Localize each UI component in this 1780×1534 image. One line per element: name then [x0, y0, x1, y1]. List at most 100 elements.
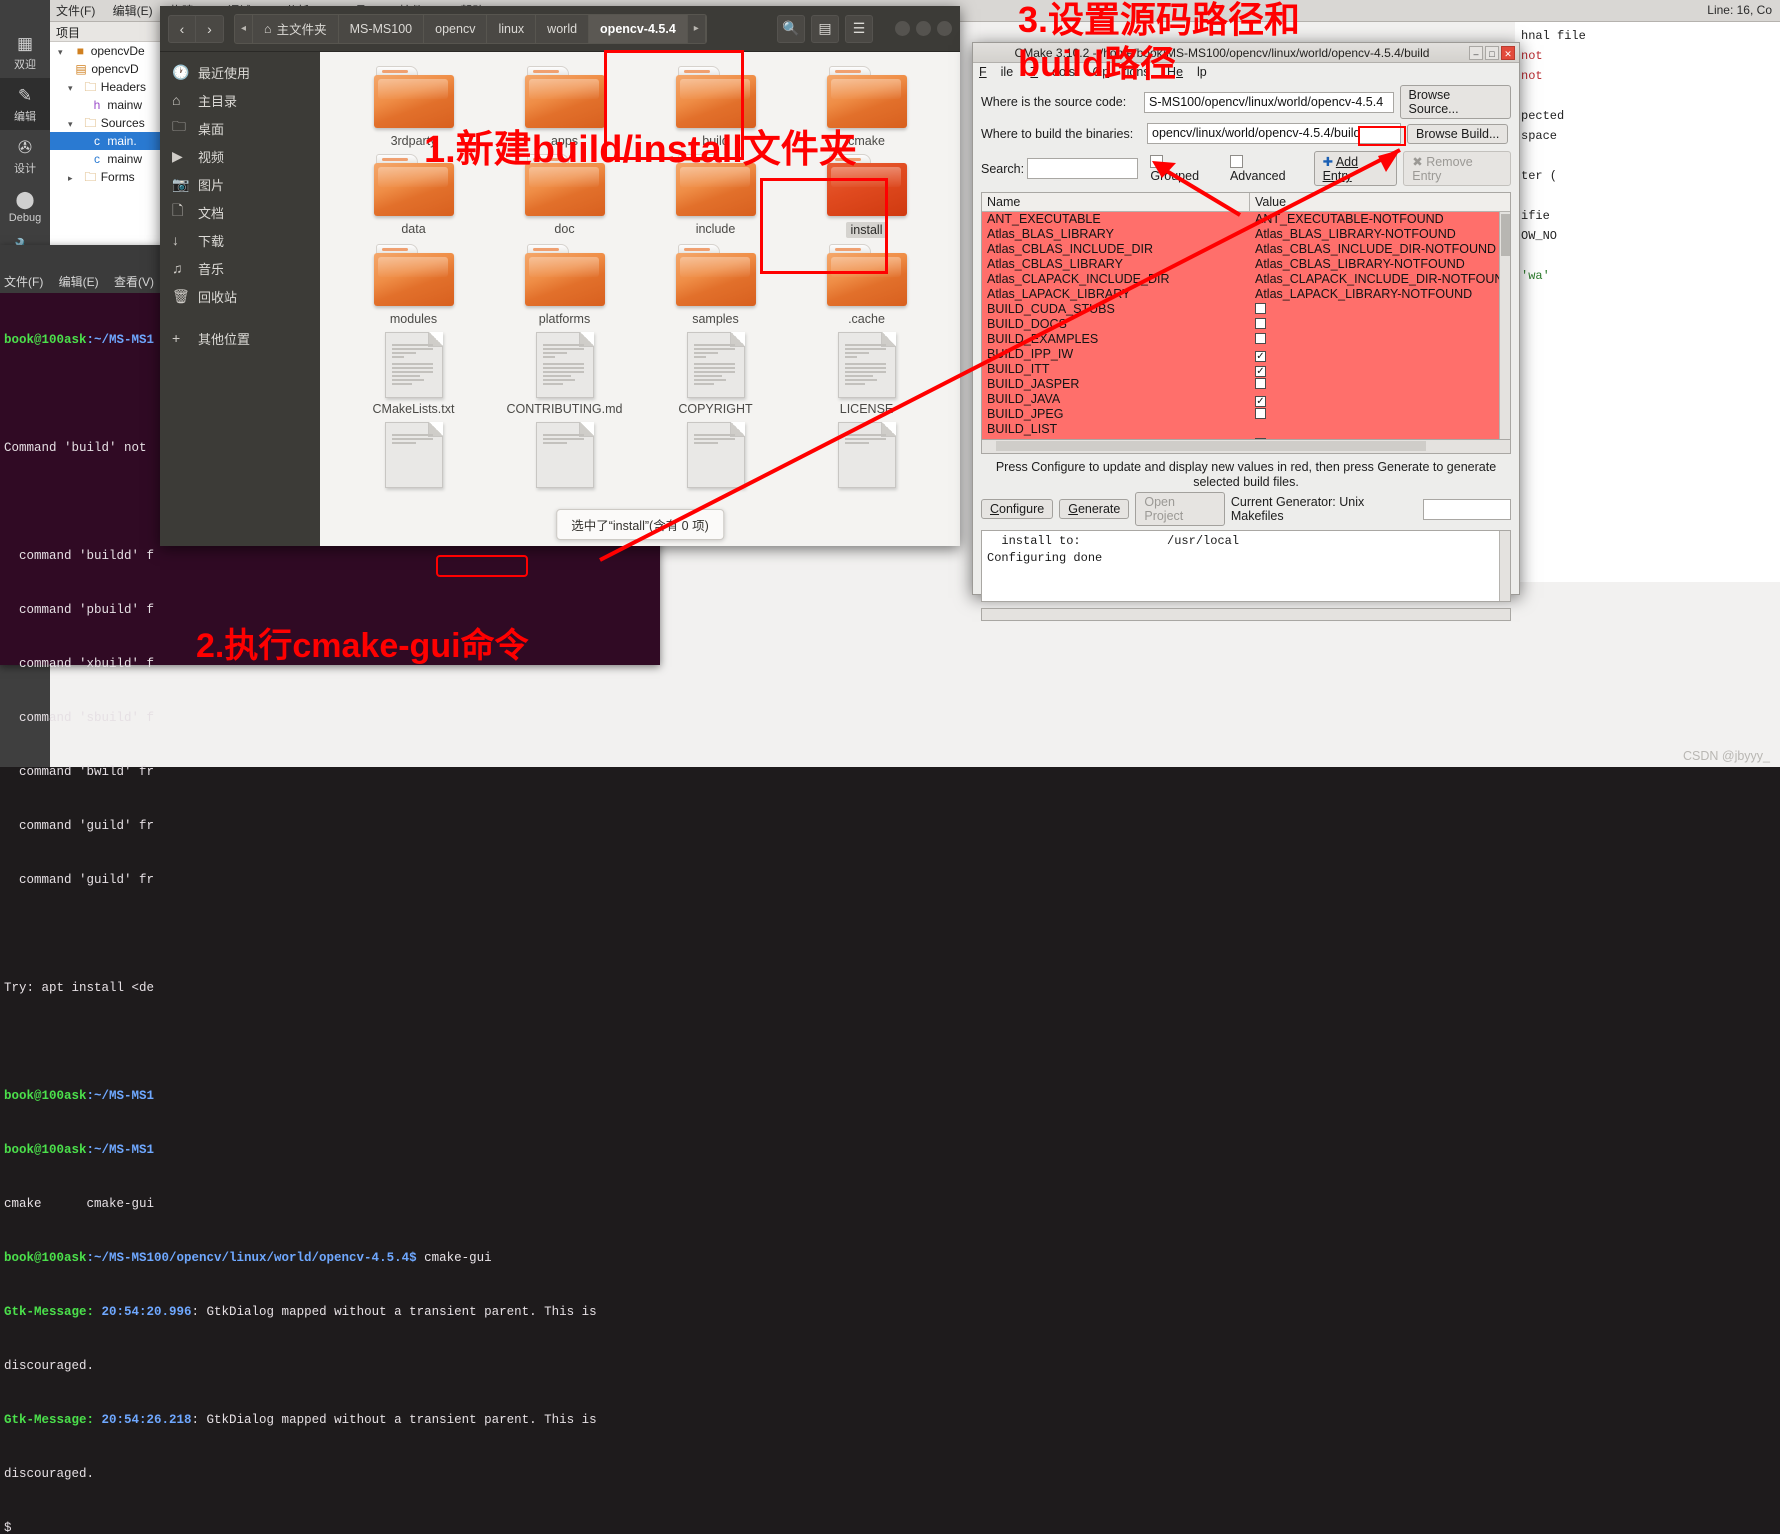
cache-value[interactable]: Atlas_CLAPACK_INCLUDE_DIR-NOTFOUND: [1250, 272, 1510, 287]
cache-value[interactable]: ANT_EXECUTABLE-NOTFOUND: [1250, 212, 1510, 227]
cache-horizontal-scrollbar[interactable]: [981, 440, 1511, 454]
rail-item-design[interactable]: ✇ 设计: [0, 130, 50, 182]
value-checkbox-checked[interactable]: ✓: [1255, 351, 1266, 362]
file-item[interactable]: CONTRIBUTING.md: [489, 332, 640, 416]
minimize-button[interactable]: [895, 21, 910, 36]
qt-menu-item[interactable]: 编辑(E): [113, 4, 153, 18]
value-checkbox-checked[interactable]: ✓: [1255, 366, 1266, 377]
breadcrumb-home[interactable]: ⌂ 主文件夹: [253, 14, 339, 43]
value-checkbox[interactable]: [1255, 318, 1266, 329]
table-row[interactable]: BUILD_ITT ✓: [982, 362, 1510, 377]
cache-value[interactable]: Atlas_LAPACK_LIBRARY-NOTFOUND: [1250, 287, 1510, 302]
search-input[interactable]: [1027, 158, 1139, 179]
browse-source-button[interactable]: Browse Source...: [1399, 85, 1511, 119]
sidebar-item-videos[interactable]: ▶ 视频: [160, 142, 320, 170]
browse-build-button[interactable]: Browse Build...: [1407, 123, 1509, 144]
cmake-menubar[interactable]: File Tools Op tions He lp: [973, 63, 1519, 83]
rail-item-edit[interactable]: ✎ 编辑: [0, 78, 50, 130]
sidebar-item-recent[interactable]: 🕐 最近使用: [160, 58, 320, 86]
file-manager-window[interactable]: ‹ › ◂ ⌂ 主文件夹 MS-MS100 opencv linux world…: [160, 6, 960, 546]
menu-help[interactable]: He lp: [1167, 65, 1207, 79]
file-grid[interactable]: 3rdparty apps build cmake data doc inclu…: [320, 52, 960, 546]
table-row[interactable]: BUILD_JPEG: [982, 407, 1510, 422]
file-item[interactable]: LICENSE: [791, 332, 942, 416]
value-checkbox[interactable]: [1255, 378, 1266, 389]
maximize-button[interactable]: [916, 21, 931, 36]
file-item[interactable]: build: [640, 66, 791, 148]
menu-icon[interactable]: ☰: [845, 14, 873, 43]
close-button[interactable]: ✕: [1501, 45, 1515, 60]
breadcrumb-item-current[interactable]: opencv-4.5.4: [589, 14, 688, 43]
file-manager-sidebar[interactable]: 🕐 最近使用 ⌂ 主目录 🗀 桌面 ▶ 视频 📷 图片 🗋 文档 ↓ 下载 ♫ …: [160, 52, 320, 546]
cache-value[interactable]: [1250, 317, 1510, 332]
minimize-button[interactable]: –: [1469, 45, 1483, 60]
sidebar-item-home[interactable]: ⌂ 主目录: [160, 86, 320, 114]
file-item[interactable]: platforms: [489, 244, 640, 326]
breadcrumb-item[interactable]: opencv: [424, 14, 488, 43]
file-item[interactable]: [489, 422, 640, 488]
file-manager-headerbar[interactable]: ‹ › ◂ ⌂ 主文件夹 MS-MS100 opencv linux world…: [160, 6, 960, 52]
table-row[interactable]: Atlas_CBLAS_LIBRARY Atlas_CBLAS_LIBRARY-N…: [982, 257, 1510, 272]
cache-value[interactable]: [1250, 422, 1510, 437]
file-item[interactable]: include: [640, 154, 791, 238]
file-item[interactable]: CMakeLists.txt: [338, 332, 489, 416]
file-item[interactable]: data: [338, 154, 489, 238]
file-item-selected[interactable]: install: [791, 154, 942, 238]
cache-value[interactable]: Atlas_CBLAS_LIBRARY-NOTFOUND: [1250, 257, 1510, 272]
output-horizontal-scrollbar[interactable]: [981, 608, 1511, 621]
close-button[interactable]: [937, 21, 952, 36]
file-item[interactable]: 3rdparty: [338, 66, 489, 148]
terminal-menu-edit[interactable]: 编辑(E): [59, 275, 99, 289]
add-entry-button[interactable]: ✚ Add Entry: [1313, 151, 1398, 186]
file-item[interactable]: [791, 422, 942, 488]
file-item[interactable]: modules: [338, 244, 489, 326]
file-item[interactable]: [338, 422, 489, 488]
open-project-button[interactable]: Open Project: [1135, 492, 1225, 526]
advanced-checkbox[interactable]: Advanced: [1229, 154, 1304, 183]
value-checkbox[interactable]: [1255, 303, 1266, 314]
menu-tools[interactable]: Tools: [1030, 65, 1075, 79]
table-row[interactable]: Atlas_CBLAS_INCLUDE_DIR Atlas_CBLAS_INCLU…: [982, 242, 1510, 257]
value-checkbox-checked[interactable]: ✓: [1255, 396, 1266, 407]
table-row[interactable]: Atlas_CLAPACK_INCLUDE_DIR Atlas_CLAPACK_I…: [982, 272, 1510, 287]
nav-buttons[interactable]: ‹ ›: [168, 14, 224, 43]
rail-item-debug[interactable]: ⬤ Debug: [0, 182, 50, 230]
file-item[interactable]: apps: [489, 66, 640, 148]
table-row[interactable]: BUILD_CUDA_STUBS: [982, 302, 1510, 317]
table-row[interactable]: BUILD_JASPER: [982, 377, 1510, 392]
generator-field[interactable]: [1422, 498, 1512, 520]
file-item[interactable]: [640, 422, 791, 488]
file-item[interactable]: COPYRIGHT: [640, 332, 791, 416]
breadcrumb-item[interactable]: world: [536, 14, 590, 43]
search-icon[interactable]: 🔍: [777, 14, 805, 43]
breadcrumb-item[interactable]: MS-MS100: [339, 14, 425, 43]
terminal-menu-view[interactable]: 查看(V): [114, 275, 154, 289]
cache-value[interactable]: Atlas_CBLAS_INCLUDE_DIR-NOTFOUND: [1250, 242, 1510, 257]
cmake-gui-window[interactable]: CMake 3.10.2 - /home/book/MS-MS100/openc…: [972, 42, 1520, 621]
cache-value[interactable]: [1250, 407, 1510, 422]
forward-button[interactable]: ›: [196, 14, 224, 43]
back-button[interactable]: ‹: [168, 14, 196, 43]
menu-options[interactable]: Op tions: [1092, 65, 1149, 79]
breadcrumb-item[interactable]: linux: [487, 14, 537, 43]
sidebar-item-pictures[interactable]: 📷 图片: [160, 170, 320, 198]
scrollbar-thumb[interactable]: [996, 441, 1426, 451]
cmake-titlebar[interactable]: CMake 3.10.2 - /home/book/MS-MS100/openc…: [973, 43, 1519, 63]
table-row[interactable]: BUILD_JAVA ✓: [982, 392, 1510, 407]
table-row[interactable]: BUILD_DOCS: [982, 317, 1510, 332]
table-row[interactable]: Atlas_BLAS_LIBRARY Atlas_BLAS_LIBRARY-NOT…: [982, 227, 1510, 242]
remove-entry-button[interactable]: ✖ Remove Entry: [1403, 151, 1511, 186]
headerbar-right-controls[interactable]: 🔍 ▤ ☰: [777, 14, 952, 43]
cache-variables-table[interactable]: Name Value ANT_EXECUTABLE ANT_EXECUTABLE-…: [981, 192, 1511, 440]
cache-value[interactable]: [1250, 377, 1510, 392]
rail-item-welcome[interactable]: ▦ 双迎: [0, 26, 50, 78]
sidebar-item-desktop[interactable]: 🗀 桌面: [160, 114, 320, 142]
breadcrumb-next-arrow[interactable]: ▸: [688, 14, 706, 43]
file-item[interactable]: doc: [489, 154, 640, 238]
cache-value[interactable]: [1250, 302, 1510, 317]
column-header-name[interactable]: Name: [982, 193, 1250, 211]
build-path-input[interactable]: opencv/linux/world/opencv-4.5.4/build: [1147, 123, 1401, 144]
table-row[interactable]: BUILD_IPP_IW ✓: [982, 347, 1510, 362]
value-checkbox[interactable]: [1255, 408, 1266, 419]
column-header-value[interactable]: Value: [1250, 193, 1510, 211]
